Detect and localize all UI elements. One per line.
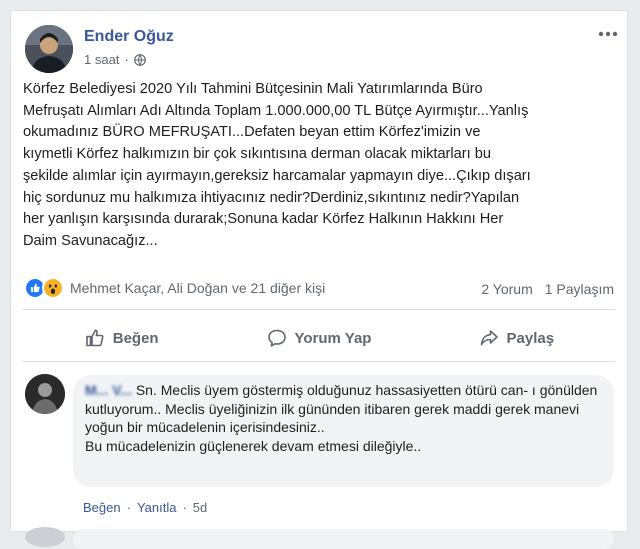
comment-actions: Beğen · Yanıtla · 5d bbox=[83, 500, 208, 515]
divider-top bbox=[23, 309, 615, 310]
post-text: Körfez Belediyesi 2020 Yılı Tahmini Bütç… bbox=[23, 81, 531, 249]
wow-reaction-icon bbox=[42, 277, 64, 299]
comment-icon bbox=[267, 329, 286, 347]
comment-time[interactable]: 5d bbox=[193, 500, 207, 515]
share-button[interactable]: Paylaş bbox=[418, 319, 615, 357]
comment-reply-link[interactable]: Yanıtla bbox=[137, 500, 177, 515]
share-label: Paylaş bbox=[506, 329, 555, 347]
comment-text: Sn. Meclis üyem göstermiş olduğunuz hass… bbox=[85, 382, 598, 436]
reaction-names[interactable]: Mehmet Kaçar, Ali Doğan ve 21 diğer kişi bbox=[70, 280, 325, 296]
comment-like-link[interactable]: Beğen bbox=[83, 500, 121, 515]
commenter-name[interactable]: M... V... bbox=[85, 382, 132, 398]
comment-label: Yorum Yap bbox=[294, 329, 372, 347]
like-button[interactable]: Beğen bbox=[23, 319, 220, 357]
post-author[interactable]: Ender Oğuz bbox=[84, 28, 174, 46]
reactions-summary[interactable]: Mehmet Kaçar, Ali Doğan ve 21 diğer kişi bbox=[24, 277, 325, 299]
like-label: Beğen bbox=[112, 329, 159, 347]
more-options-icon[interactable] bbox=[597, 27, 619, 41]
comment-bubble: M... V... Sn. Meclis üyem göstermiş oldu… bbox=[73, 375, 614, 487]
thumbs-up-icon bbox=[85, 329, 104, 347]
shares-count[interactable]: 1 Paylaşım bbox=[545, 281, 614, 297]
globe-icon[interactable] bbox=[133, 53, 146, 66]
share-icon bbox=[480, 330, 498, 346]
next-comment-bubble bbox=[73, 529, 614, 549]
commenter-avatar[interactable] bbox=[25, 374, 65, 414]
post-actions: Beğen Yorum Yap Paylaş bbox=[23, 319, 615, 357]
post-time[interactable]: 1 saat bbox=[84, 52, 119, 67]
divider-bottom bbox=[23, 361, 615, 362]
next-comment-avatar bbox=[25, 527, 65, 547]
comment-button[interactable]: Yorum Yap bbox=[220, 319, 417, 357]
comment-text-2: Bu mücadelenizin güçlenerek devam etmesi… bbox=[85, 437, 422, 454]
author-avatar[interactable] bbox=[25, 25, 73, 73]
post-card: Ender Oğuz 1 saat · Körfez Belediyesi 20… bbox=[10, 10, 628, 549]
comments-count[interactable]: 2 Yorum bbox=[481, 281, 532, 297]
post-meta: 1 saat · bbox=[84, 52, 146, 67]
engagement-counts: 2 Yorum 1 Paylaşım bbox=[481, 281, 614, 297]
